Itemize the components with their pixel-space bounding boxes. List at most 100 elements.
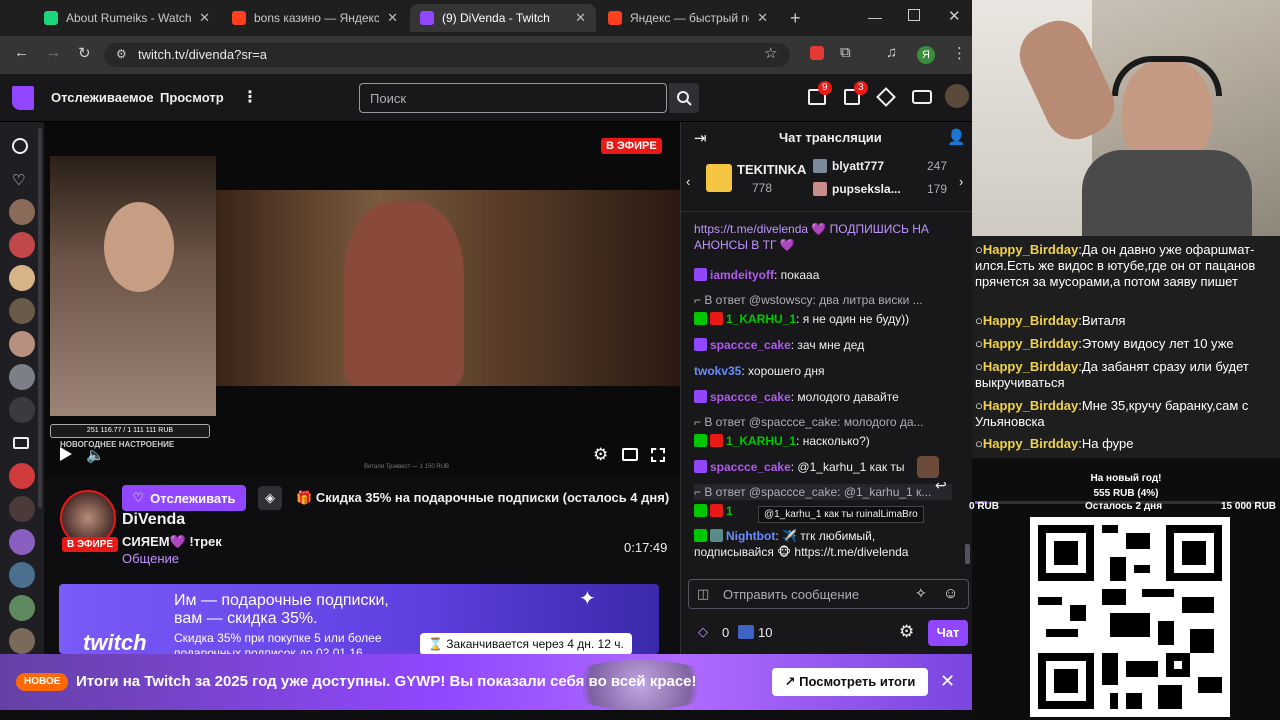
reply-arrow-icon[interactable]: ↩ [935,477,947,494]
chat-scrollbar[interactable] [965,544,970,564]
send-chat-button[interactable]: Чат [928,620,968,646]
channel-avatar[interactable] [9,331,35,357]
chat-message[interactable]: 1_KARHU_1: я не один не буду)) [694,311,952,327]
bits-icon[interactable] [912,90,932,104]
channel-avatar[interactable] [9,595,35,621]
twitch-logo-icon[interactable] [12,86,34,110]
close-icon[interactable]: ✕ [575,10,586,26]
address-bar[interactable]: twitch.tv/divenda?sr=a [104,43,790,67]
bits-cheer-icon[interactable]: ✧ [915,585,927,602]
stream-category[interactable]: Общение [122,551,179,566]
chat-message[interactable]: iamdeityoff: покааа [694,267,952,283]
chat-message[interactable]: 1_KARHU_1: насколько?) [694,433,952,449]
settings-gear-icon[interactable]: ⚙ [593,445,608,465]
view-recap-button[interactable]: ↗ Посмотреть итоги [772,668,928,696]
search-input[interactable]: Поиск [359,83,667,113]
theatre-mode-icon[interactable] [622,448,638,461]
more-icon[interactable]: ⋮ [242,87,258,107]
site-info-icon[interactable]: ⚙ [116,47,127,61]
close-icon[interactable]: ✕ [757,10,768,26]
community-icon[interactable]: 👤 [947,128,966,146]
chat-message[interactable]: spaccce_cake: @1_karhu_1 как ты [694,459,952,475]
chat-settings-icon[interactable]: ⚙ [899,622,914,642]
chat-reply-context[interactable]: ⌐ В ответ @spaccce_cake: молодого да... [694,414,952,430]
chat-message[interactable]: Nightbot: ✈️ тгк любимый, подписывайся 🐵… [694,528,952,560]
follow-button[interactable]: ♡ Отслеживать [122,485,246,511]
channel-avatar[interactable] [9,562,35,588]
video-player[interactable]: 251 116.77 / 1 111 111 RUB НОВОГОДНЕЕ НА… [44,122,680,476]
chat-username[interactable]: 1_KARHU_1 [726,312,796,326]
close-icon[interactable]: ✕ [387,10,398,26]
chat-username[interactable]: 1_KARHU_1 [726,434,796,448]
channel-name[interactable]: DiVenda [122,511,185,529]
nav-browse[interactable]: Просмотр [160,90,224,105]
browser-tab[interactable]: About Rumeiks - Watch Li ✕ [34,4,220,32]
volume-icon[interactable]: 🔈 [86,446,105,464]
channel-avatar[interactable] [9,298,35,324]
channel-avatar[interactable] [9,628,35,654]
play-icon[interactable] [60,447,72,461]
media-icon[interactable]: ♫ [886,44,897,61]
browser-tab[interactable]: Яндекс — быстрый поиск ✕ [598,4,778,32]
channel-points-icon[interactable]: ◇ [698,624,708,640]
maximize-button[interactable] [908,9,920,21]
minimize-button[interactable]: — [868,9,882,25]
bits-balance-icon[interactable] [738,625,754,639]
close-window-button[interactable]: ✕ [948,7,961,25]
nav-following[interactable]: Отслеживаемое [51,90,154,105]
user-avatar[interactable] [945,84,969,108]
channel-avatar[interactable] [9,265,35,291]
chat-reply-context-hovered[interactable]: ⌐ В ответ @spaccce_cake: @1_karhu_1 к... [694,484,952,500]
chat-message[interactable]: spaccce_cake: молодого давайте [694,389,952,405]
channel-avatar[interactable] [9,232,35,258]
forward-icon[interactable]: → [46,44,61,61]
collapse-chat-icon[interactable]: ⇥ [694,129,707,147]
chevron-left-icon[interactable]: ‹ [686,174,690,189]
profile-avatar[interactable]: Я [917,46,935,64]
browser-tab-active[interactable]: (9) DiVenda - Twitch ✕ [410,4,596,32]
close-icon[interactable]: ✕ [940,671,955,692]
collapse-rail-icon[interactable] [12,138,28,154]
gifter-name[interactable]: pupseksla... [832,182,901,196]
channel-avatar[interactable] [9,463,35,489]
prime-crown-icon[interactable]: ◈ [258,486,282,510]
chat-username[interactable]: 1 [726,504,733,518]
whispers-badge: 3 [854,81,868,95]
chat-username[interactable]: twokv35 [694,364,741,378]
extension-icon[interactable] [810,46,824,60]
chat-username[interactable]: iamdeityoff [710,268,774,282]
chat-username[interactable]: spaccce_cake [710,390,791,404]
search-button[interactable] [669,83,699,113]
rail-scrollbar[interactable] [38,128,42,508]
chat-username[interactable]: Nightbot [726,529,775,543]
heart-icon[interactable]: ♡ [12,171,25,189]
back-icon[interactable]: ← [14,44,29,61]
chat-reply-context[interactable]: ⌐ В ответ @wstowscy: два литра виски ... [694,292,952,308]
close-icon[interactable]: ✕ [199,10,210,26]
browser-tab[interactable]: bons казино — Яндекс: на ✕ [222,4,408,32]
chat-message[interactable]: https://t.me/divelenda 💜 ПОДПИШИСЬ НА АН… [694,221,952,253]
chat-username[interactable]: spaccce_cake [710,338,791,352]
new-tab-button[interactable]: + [790,8,801,29]
chat-badge-icon [694,338,707,351]
gifter-name[interactable]: blyatt777 [832,159,884,173]
more-menu-icon[interactable]: ⋮ [952,44,967,62]
reload-icon[interactable]: ↻ [78,44,91,62]
chat-message[interactable]: twokv35: хорошего дня [694,363,952,379]
camera-icon[interactable] [13,437,29,449]
emote-picker-icon[interactable]: ☺ [943,585,958,602]
channel-avatar[interactable] [9,496,35,522]
channel-avatar[interactable] [9,397,35,423]
channel-avatar[interactable] [9,199,35,225]
extensions-puzzle-icon[interactable]: ⧉ [840,44,851,61]
fullscreen-icon[interactable] [651,448,665,462]
top-gifter-name[interactable]: TEKITINKA [737,162,806,177]
channel-avatar[interactable] [9,529,35,555]
chat-username[interactable]: spaccce_cake [710,460,791,474]
chat-message[interactable]: spaccce_cake: зач мне дед [694,337,952,353]
bits-gift-icon[interactable]: ◫ [697,586,709,602]
chevron-right-icon[interactable]: › [959,174,963,189]
channel-avatar[interactable] [9,364,35,390]
gift-discount-button[interactable]: 🎁 Скидка 35% на подарочные подписки (ост… [290,485,690,511]
bookmark-star-icon[interactable]: ☆ [764,44,777,62]
